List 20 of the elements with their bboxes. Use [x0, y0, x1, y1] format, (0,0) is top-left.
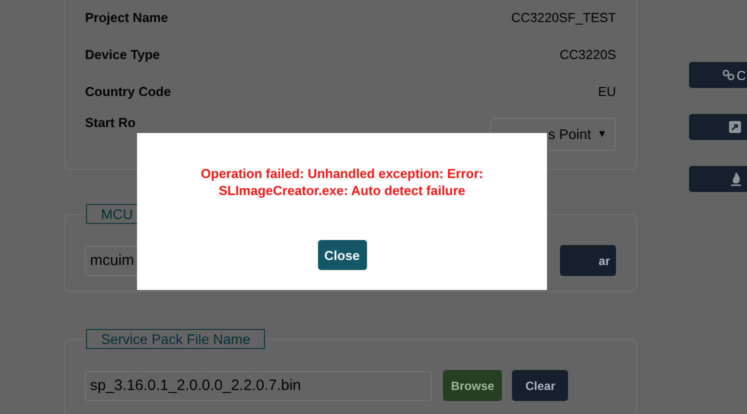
- side-button[interactable]: [689, 114, 747, 140]
- file-name-field[interactable]: sp_3.16.0.1_2.0.0.0_2.2.0.7.bin: [85, 370, 432, 400]
- field-label: Start Ro: [85, 115, 136, 130]
- caret-icon: ▼: [597, 128, 607, 140]
- field-label: Device Type: [85, 47, 160, 62]
- field-value: CC3220SF_TEST: [511, 10, 616, 25]
- section-legend: Service Pack File Name: [86, 329, 266, 349]
- link-icon: [722, 69, 736, 81]
- close-button[interactable]: Close: [318, 240, 366, 270]
- clear-button[interactable]: Clear: [512, 370, 568, 401]
- clear-button[interactable]: ar: [560, 245, 616, 276]
- field-label: Country Code: [85, 84, 171, 99]
- field-label: Project Name: [85, 10, 168, 25]
- side-button[interactable]: [689, 166, 747, 192]
- field-value: CC3220S: [560, 47, 616, 62]
- field-value: EU: [598, 84, 616, 99]
- error-message: Operation failed: Unhandled exception: Error: SLImageCreator.exe: Auto detect failure: [200, 165, 484, 199]
- arrow-icon: [729, 121, 741, 133]
- side-button[interactable]: C: [689, 62, 747, 88]
- browse-button[interactable]: Browse: [443, 370, 502, 401]
